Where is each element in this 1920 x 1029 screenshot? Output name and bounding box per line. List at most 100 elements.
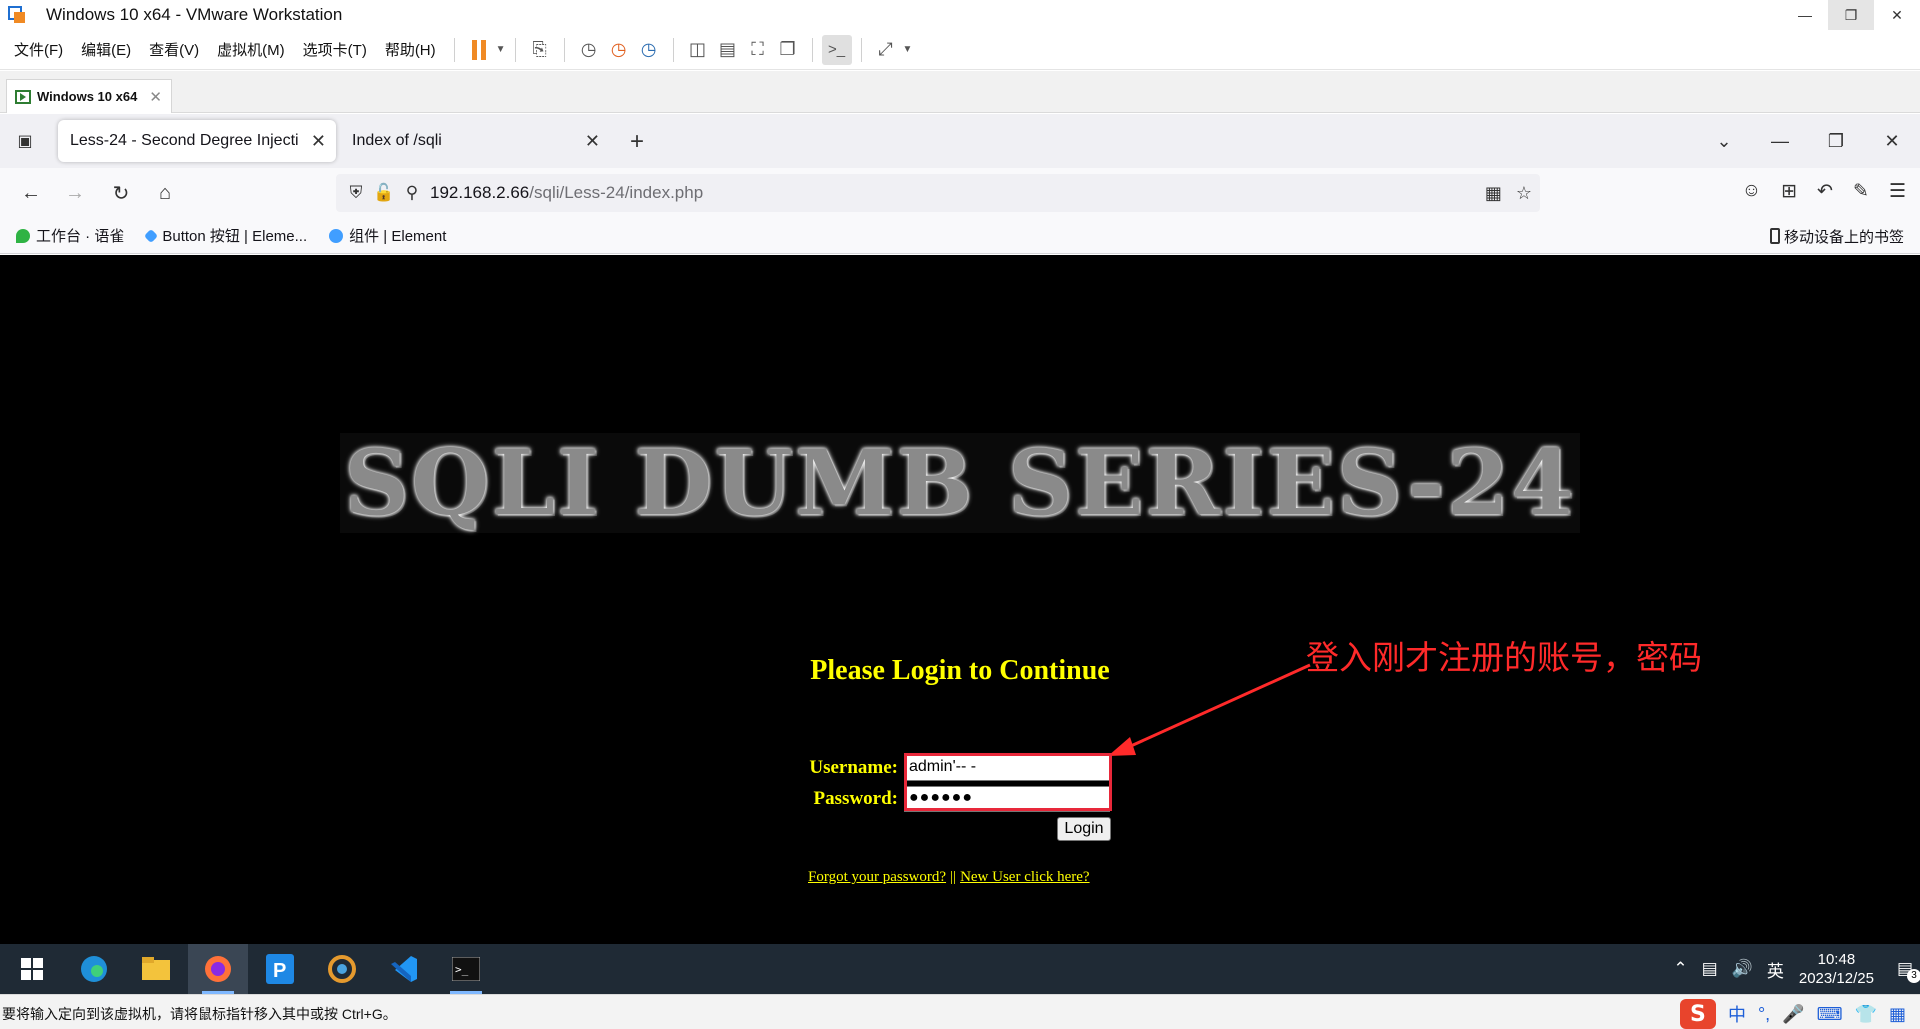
snapshot-take-icon[interactable]: ◷ [574,35,604,65]
ime-mode[interactable]: 中 [1728,1001,1746,1027]
console-view-icon[interactable]: >_ [821,34,852,65]
browser-tab-active[interactable]: Less-24 - Second Degree Injectio ✕ [58,120,336,162]
shield-icon[interactable]: ⛨ [342,179,370,207]
pause-icon[interactable] [464,35,494,65]
bookmark-star-icon[interactable]: ☆ [1516,183,1532,204]
url-path: /sqli/Less-24/index.php [529,183,704,202]
bookmark-item[interactable]: 工作台 · 语雀 [16,225,124,246]
list-all-tabs-icon[interactable]: ⌄ [1696,131,1752,152]
reload-button[interactable]: ↻ [108,180,134,206]
chevron-up-icon[interactable]: ⌃ [1673,959,1687,979]
network-icon[interactable]: ▤ [1702,959,1718,979]
sidebar-toggle-icon[interactable]: ◫ [683,35,713,65]
close-button[interactable]: ✕ [1864,131,1920,152]
taskbar-p-app[interactable]: P [250,944,310,994]
bookmark-item[interactable]: Button 按钮 | Eleme... [144,225,307,246]
close-icon[interactable]: ✕ [585,131,600,152]
stretch-guest-icon[interactable]: ⤢ [871,35,901,65]
clock-date: 2023/12/25 [1798,970,1874,987]
password-input[interactable]: ●●●●●● [904,786,1110,812]
login-heading-text: Please Login to Continue [810,655,1110,686]
browser-tab[interactable]: Index of /sqli ✕ [340,120,610,162]
close-button[interactable]: ✕ [1874,0,1920,30]
crop-icon[interactable]: ⊞ [1781,180,1797,203]
menu-vm[interactable]: 虚拟机(M) [208,30,294,70]
username-input[interactable]: admin'-- - [904,755,1110,781]
menu-tabs[interactable]: 选项卡(T) [294,30,376,70]
back-button[interactable]: ← [18,180,44,206]
new-user-link[interactable]: New User click here? [960,869,1090,885]
notification-icon[interactable]: ▤ 3 [1897,959,1920,983]
menu-edit[interactable]: 编辑(E) [72,30,140,70]
sogou-logo-icon[interactable]: S [1679,999,1716,1029]
edge-icon [81,956,107,982]
mobile-bookmarks[interactable]: 移动设备上的书签 [1769,218,1904,254]
annotation-arrow-icon [1108,663,1311,756]
keyboard-icon[interactable]: ⌨ [1817,1004,1843,1025]
fullscreen-icon[interactable]: ⛶ [743,35,773,65]
qr-code-icon[interactable]: ▦ [1485,183,1502,204]
undo-icon[interactable]: ↶ [1817,180,1833,203]
toolbar-separator [672,37,674,62]
vm-tab[interactable]: Windows 10 x64 ✕ [6,79,172,113]
restore-button[interactable]: ❐ [1808,131,1864,152]
bookmark-item[interactable]: 组件 | Element [329,225,446,246]
element-icon [144,228,159,243]
taskbar-app[interactable] [312,944,372,994]
taskbar-terminal[interactable]: >_ [436,944,496,994]
firefox-view-icon[interactable]: ▣ [12,128,38,154]
menu-help[interactable]: 帮助(H) [376,30,445,70]
svg-text:P: P [273,960,286,982]
username-label: Username: [809,757,898,778]
taskbar-firefox[interactable] [188,944,248,994]
skin-icon[interactable]: 👕 [1855,1004,1877,1025]
insecure-lock-icon[interactable]: 🔓 [370,179,398,207]
toolbox-icon[interactable]: ▦ [1889,1004,1906,1025]
link-separator: || [950,869,957,885]
tab-title: Index of /sqli [352,132,442,149]
minimize-button[interactable]: — [1782,0,1828,30]
key-icon[interactable]: ⚲ [398,179,426,207]
taskbar-edge[interactable] [64,944,124,994]
close-icon[interactable]: ✕ [149,88,162,106]
vmware-status-bar: 要将输入定向到该虚拟机，请将鼠标指针移入其中或按 Ctrl+G。 S 中 °, … [0,994,1920,1029]
ime-language[interactable]: 英 [1767,957,1784,982]
app-icon [328,955,356,983]
taskbar-vscode[interactable] [374,944,434,994]
menu-file[interactable]: 文件(F) [0,30,72,70]
home-button[interactable]: ⌂ [152,180,178,206]
login-button[interactable]: Login [1057,817,1111,841]
close-icon[interactable]: ✕ [311,131,326,152]
extensions-icon[interactable]: ✎ [1853,180,1869,203]
p-app-icon: P [266,954,294,984]
browser-toolbar: ☺ ⊞ ↶ ✎ ☰ [1742,180,1906,203]
forward-button[interactable]: → [62,180,88,206]
vmware-tab-strip: Windows 10 x64 ✕ [0,71,1920,113]
snapshot-manager-icon[interactable]: ◷ [634,35,664,65]
thumbnail-bar-icon[interactable]: ▤ [713,35,743,65]
start-button[interactable] [2,944,62,994]
pause-dropdown-icon[interactable]: ▼ [496,44,506,55]
unity-icon[interactable]: ❐ [773,35,803,65]
browser-tab-bar: ▣ Less-24 - Second Degree Injectio ✕ Ind… [0,114,1920,168]
restore-button[interactable]: ❐ [1828,0,1874,30]
new-tab-button[interactable]: + [630,128,644,156]
toolbar-separator [811,37,813,62]
forgot-password-link[interactable]: Forgot your password? [808,869,946,885]
mobile-device-icon [1769,228,1780,244]
minimize-button[interactable]: — [1752,131,1808,152]
send-ctrl-alt-del-icon[interactable]: ⎘ [525,35,555,65]
taskbar-file-explorer[interactable] [126,944,186,994]
browser-nav-bar: ← → ↻ ⌂ ⛨ 🔓 ⚲ 192.168.2.66/sqli/Less-24/… [0,168,1920,218]
url-bar[interactable]: ⛨ 🔓 ⚲ 192.168.2.66/sqli/Less-24/index.ph… [336,174,1540,212]
account-icon[interactable]: ☺ [1742,180,1761,203]
volume-icon[interactable]: 🔊 [1732,959,1753,979]
stretch-dropdown-icon[interactable]: ▼ [903,44,913,55]
url-host: 192.168.2.66 [430,183,530,202]
snapshot-revert-icon[interactable]: ◷ [604,35,634,65]
menu-icon[interactable]: ☰ [1889,180,1906,203]
microphone-icon[interactable]: 🎤 [1782,1004,1804,1025]
punctuation-icon[interactable]: °, [1758,1004,1770,1025]
clock[interactable]: 10:48 2023/12/25 [1799,950,1874,988]
menu-view[interactable]: 查看(V) [140,30,208,70]
